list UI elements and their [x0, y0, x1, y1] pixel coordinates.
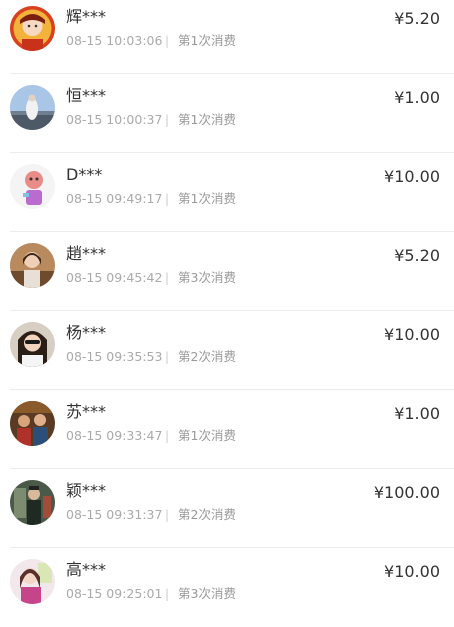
separator: | — [165, 271, 170, 285]
separator: | — [165, 350, 170, 364]
record-time: 08-15 09:45:42 — [66, 270, 163, 285]
amount: ¥100.00 — [373, 483, 440, 502]
amount: ¥5.20 — [394, 246, 440, 265]
purchase-count: 第1次消费 — [178, 112, 236, 127]
record-row[interactable]: 苏*** 08-15 09:33:47 | 第1次消费 ¥1.00 — [0, 390, 454, 469]
user-avatar — [10, 243, 55, 288]
user-avatar — [10, 480, 55, 525]
record-row[interactable]: D*** 08-15 09:49:17 | 第1次消费 ¥10.00 — [0, 153, 454, 232]
separator: | — [165, 113, 170, 127]
user-name: D*** — [66, 165, 103, 184]
purchase-count: 第3次消费 — [178, 586, 236, 601]
amount: ¥1.00 — [394, 404, 440, 423]
amount: ¥10.00 — [384, 325, 440, 344]
purchase-record-list: 辉*** 08-15 10:03:06 | 第1次消费 ¥5.20 恒*** 0… — [0, 0, 454, 621]
amount: ¥10.00 — [384, 562, 440, 581]
record-time: 08-15 10:03:06 — [66, 33, 163, 48]
purchase-count: 第2次消费 — [178, 507, 236, 522]
user-avatar — [10, 85, 55, 130]
user-name: 高*** — [66, 560, 107, 579]
user-name: 辉*** — [66, 7, 107, 26]
record-row[interactable]: 杨*** 08-15 09:35:53 | 第2次消费 ¥10.00 — [0, 311, 454, 390]
record-time: 08-15 10:00:37 — [66, 112, 163, 127]
purchase-count: 第2次消费 — [178, 349, 236, 364]
user-avatar — [10, 6, 55, 51]
record-time: 08-15 09:33:47 — [66, 428, 163, 443]
record-time: 08-15 09:25:01 — [66, 586, 163, 601]
user-avatar — [10, 559, 55, 604]
amount: ¥10.00 — [384, 167, 440, 186]
purchase-count: 第1次消费 — [178, 33, 236, 48]
record-row[interactable]: 辉*** 08-15 10:03:06 | 第1次消费 ¥5.20 — [0, 0, 454, 74]
record-row[interactable]: 恒*** 08-15 10:00:37 | 第1次消费 ¥1.00 — [0, 74, 454, 153]
separator: | — [165, 192, 170, 206]
user-avatar — [10, 401, 55, 446]
separator: | — [165, 34, 170, 48]
amount: ¥1.00 — [394, 88, 440, 107]
amount: ¥5.20 — [394, 9, 440, 28]
record-row[interactable]: 高*** 08-15 09:25:01 | 第3次消费 ¥10.00 — [0, 548, 454, 627]
separator: | — [165, 429, 170, 443]
user-name: 趙*** — [66, 244, 107, 263]
purchase-count: 第3次消费 — [178, 270, 236, 285]
separator: | — [165, 587, 170, 601]
record-time: 08-15 09:31:37 — [66, 507, 163, 522]
purchase-count: 第1次消费 — [178, 428, 236, 443]
user-name: 苏*** — [66, 402, 107, 421]
user-avatar — [10, 164, 55, 209]
user-name: 颖*** — [66, 481, 107, 500]
purchase-count: 第1次消费 — [178, 191, 236, 206]
user-avatar — [10, 322, 55, 367]
record-row[interactable]: 趙*** 08-15 09:45:42 | 第3次消费 ¥5.20 — [0, 232, 454, 311]
user-name: 杨*** — [66, 323, 107, 342]
separator: | — [165, 508, 170, 522]
record-time: 08-15 09:49:17 — [66, 191, 163, 206]
user-name: 恒*** — [66, 86, 107, 105]
record-time: 08-15 09:35:53 — [66, 349, 163, 364]
record-row[interactable]: 颖*** 08-15 09:31:37 | 第2次消费 ¥100.00 — [0, 469, 454, 548]
